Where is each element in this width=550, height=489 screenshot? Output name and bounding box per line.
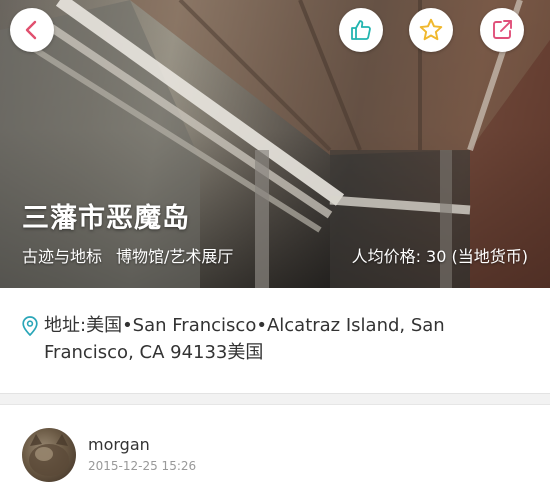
- comment-username[interactable]: morgan: [88, 435, 150, 454]
- comment-item: morgan 2015-12-25 15:26: [0, 404, 550, 489]
- avatar-cat-image: [29, 434, 69, 476]
- address-section[interactable]: 地址:美国•San Francisco•Alcatraz Island, San…: [0, 288, 550, 394]
- address-text: 地址:美国•San Francisco•Alcatraz Island, San…: [44, 315, 445, 363]
- star-icon: [419, 18, 443, 41]
- share-button[interactable]: [480, 8, 524, 52]
- location-pin-icon: [22, 316, 38, 336]
- back-button[interactable]: [10, 8, 54, 52]
- favorite-button[interactable]: [409, 8, 453, 52]
- like-button[interactable]: [339, 8, 383, 52]
- avatar[interactable]: [22, 428, 76, 482]
- thumbs-up-icon: [351, 20, 371, 40]
- category-tag[interactable]: 古迹与地标: [22, 243, 102, 267]
- comment-timestamp: 2015-12-25 15:26: [88, 459, 197, 473]
- category-tag[interactable]: 博物馆/艺术展厅: [116, 243, 233, 267]
- chevron-left-icon: [25, 20, 37, 40]
- attraction-detail-screen: 三藩市恶魔岛 古迹与地标 博物馆/艺术展厅 人均价格: 30 (当地货币) 地址…: [0, 0, 550, 489]
- share-icon: [493, 20, 512, 39]
- page-title: 三藩市恶魔岛: [22, 203, 190, 234]
- hero-photo: 三藩市恶魔岛 古迹与地标 博物馆/艺术展厅 人均价格: 30 (当地货币): [0, 0, 550, 288]
- category-tags: 古迹与地标 博物馆/艺术展厅: [22, 243, 233, 267]
- average-price: 人均价格: 30 (当地货币): [351, 247, 528, 266]
